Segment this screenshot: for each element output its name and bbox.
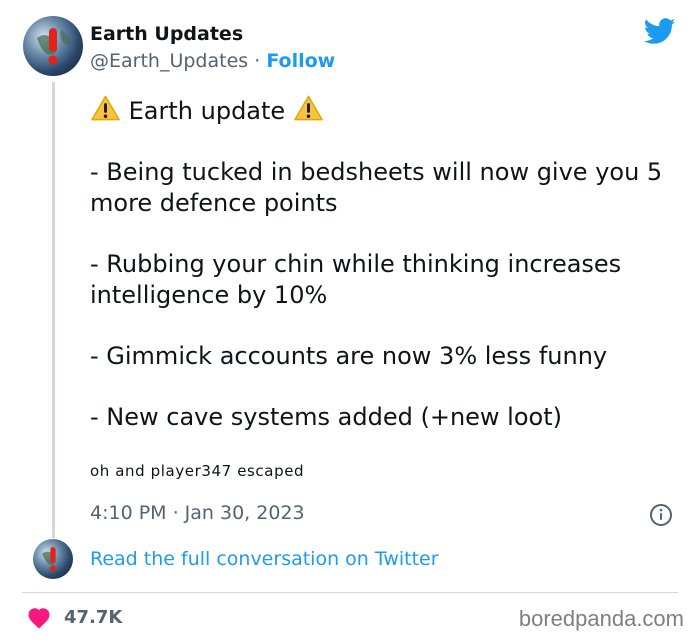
tweet-line: - Rubbing your chin while thinking incre… (90, 250, 622, 309)
tweet-heading-line: Earth update (90, 94, 690, 127)
tweet-timestamp[interactable]: 4:10 PM · Jan 30, 2023 (90, 502, 305, 524)
divider (22, 592, 678, 593)
tweet-line: - New cave systems added (+new loot) (90, 403, 562, 431)
author-handle[interactable]: @Earth_Updates (90, 50, 248, 72)
warning-icon (91, 95, 120, 121)
author-avatar[interactable] (23, 16, 83, 76)
like-count[interactable]: 47.7K (64, 607, 122, 628)
tweet-body: Earth update - Being tucked in bedsheets… (90, 94, 690, 463)
tweet-line: - Being tucked in bedsheets will now giv… (90, 158, 663, 217)
handle-separator: · (254, 50, 261, 72)
heart-icon[interactable] (27, 607, 51, 629)
tweet-line: - Gimmick accounts are now 3% less funny (90, 342, 608, 370)
author-handle-row: @Earth_Updates · Follow (90, 50, 335, 72)
conversation-avatar[interactable] (33, 539, 73, 579)
follow-button[interactable]: Follow (266, 50, 335, 72)
earth-warning-avatar-icon (42, 547, 56, 572)
info-icon[interactable] (649, 503, 673, 527)
tweet-tagline: oh and player347 escaped (90, 462, 305, 480)
watermark-logo: boredpanda.com (518, 606, 684, 631)
twitter-bird-icon[interactable] (644, 18, 676, 45)
read-conversation-link[interactable]: Read the full conversation on Twitter (90, 548, 439, 570)
thread-line (52, 82, 55, 538)
tweet-heading: Earth update (128, 97, 286, 125)
earth-warning-avatar-icon (37, 28, 71, 65)
warning-icon (294, 95, 323, 121)
author-name[interactable]: Earth Updates (90, 23, 243, 45)
